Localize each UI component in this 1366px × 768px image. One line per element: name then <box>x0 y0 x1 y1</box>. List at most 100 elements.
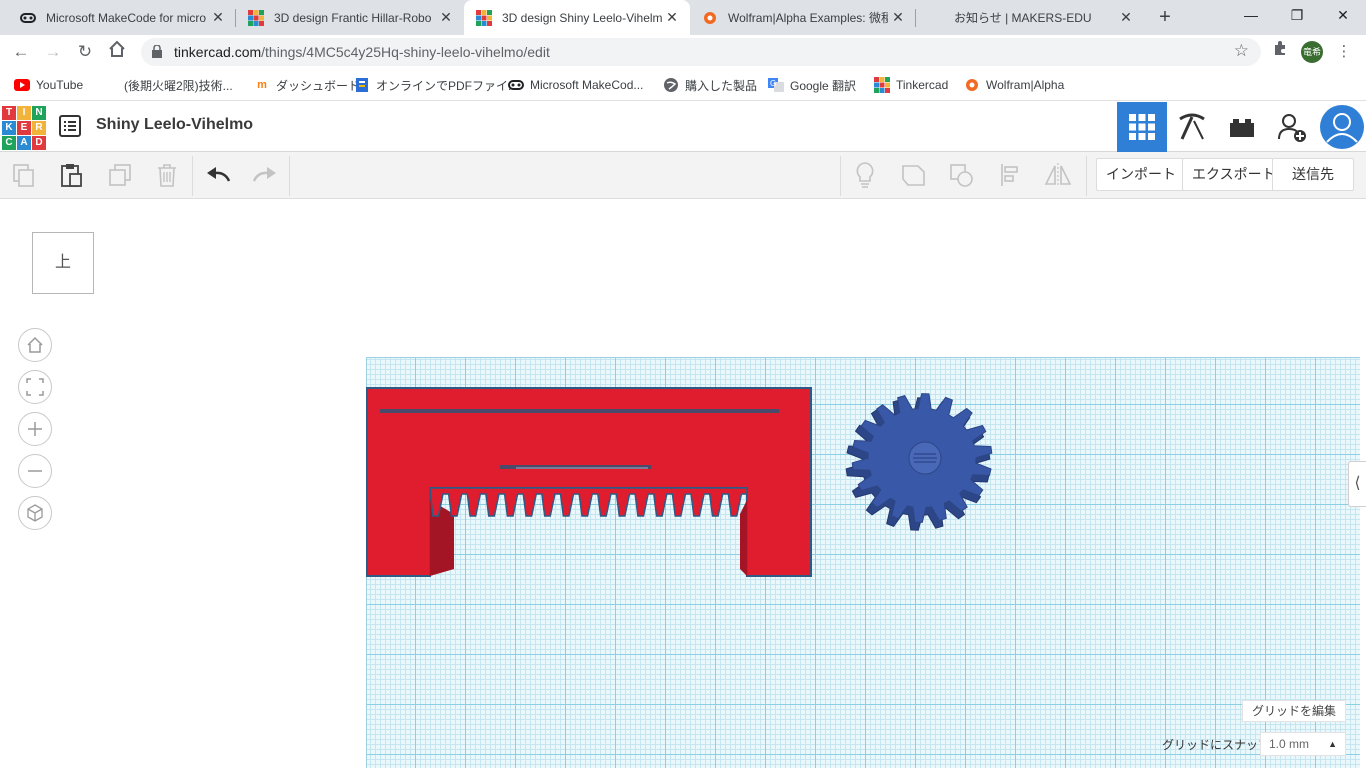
align-button[interactable] <box>996 160 1026 190</box>
grid-icon <box>1129 114 1155 140</box>
snap-grid-select[interactable]: 1.0 mm ▲ <box>1260 732 1346 756</box>
close-icon[interactable]: ✕ <box>436 9 456 26</box>
bookmark-makecode[interactable]: Microsoft MakeCod... <box>508 76 643 94</box>
profile-avatar[interactable]: 竜希 <box>1301 41 1323 63</box>
send-to-button[interactable]: 送信先 <box>1272 158 1354 191</box>
edit-grid-button[interactable]: グリッドを編集 <box>1242 700 1346 722</box>
bookmark-wolfram[interactable]: Wolfram|Alpha <box>964 76 1064 94</box>
tab-title: 3D design Shiny Leelo-Vihelmo <box>502 10 662 25</box>
browser-tab-shiny-active[interactable]: 3D design Shiny Leelo-Vihelmo ✕ <box>464 0 690 35</box>
bookmark-tinkercad[interactable]: Tinkercad <box>874 76 948 94</box>
tinkercad-icon <box>248 9 264 26</box>
gear-rack-shape[interactable] <box>366 387 812 577</box>
chrome-menu-icon[interactable]: ⋮ <box>1332 40 1356 64</box>
bookmark-youtube[interactable]: YouTube <box>14 76 83 94</box>
duplicate-button[interactable] <box>105 160 135 190</box>
delete-button[interactable] <box>152 160 182 190</box>
address-bar[interactable]: tinkercad.com/things/4MC5c4y25Hq-shiny-l… <box>141 38 1261 66</box>
close-icon[interactable]: ✕ <box>662 9 682 26</box>
minimize-button[interactable]: — <box>1228 0 1274 32</box>
bookmark-translate[interactable]: G Google 翻訳 <box>768 76 856 94</box>
bookmark-dashboard[interactable]: m ダッシュボード <box>254 76 360 94</box>
bookmark-star-icon[interactable]: ☆ <box>1234 41 1249 61</box>
globe-icon <box>663 77 679 93</box>
extensions-icon[interactable] <box>1268 40 1292 64</box>
browser-tab-wolfram[interactable]: Wolfram|Alpha Examples: 微積 ✕ <box>690 0 916 35</box>
invite-user-button[interactable] <box>1267 102 1317 152</box>
back-button[interactable]: ← <box>9 40 33 64</box>
close-icon[interactable]: ✕ <box>1116 9 1136 26</box>
notes-button[interactable] <box>850 160 880 190</box>
home-icon <box>109 40 125 57</box>
ungroup-icon <box>950 164 973 187</box>
home-button[interactable] <box>105 40 129 64</box>
trash-icon <box>158 164 176 187</box>
import-button[interactable]: インポート <box>1096 158 1186 191</box>
user-avatar-button[interactable] <box>1317 102 1366 152</box>
blank-icon <box>928 10 944 26</box>
mirror-icon <box>1044 163 1072 187</box>
new-tab-button[interactable]: + <box>1152 5 1178 31</box>
window-close-button[interactable]: ✕ <box>1320 0 1366 32</box>
copy-icon <box>13 164 34 187</box>
design-title[interactable]: Shiny Leelo-Vihelmo <box>96 116 253 134</box>
bricks-view-button[interactable] <box>1217 102 1267 152</box>
group-icon <box>902 165 925 186</box>
scene-objects <box>366 387 993 577</box>
mirror-button[interactable] <box>1043 160 1073 190</box>
collapse-panel-tab[interactable]: ⟨ <box>1348 461 1366 507</box>
paste-button[interactable] <box>56 160 86 190</box>
pickaxe-icon <box>1179 113 1205 140</box>
browser-tab-frantic[interactable]: 3D design Frantic Hillar-Robo ✕ <box>236 0 464 35</box>
export-button[interactable]: エクスポート <box>1182 158 1286 191</box>
browser-tab-makecode[interactable]: Microsoft MakeCode for micro ✕ <box>8 0 236 35</box>
forward-button[interactable]: → <box>41 40 65 64</box>
lightbulb-icon <box>856 162 874 188</box>
moodle-icon: m <box>257 79 267 91</box>
bookmark-purchased[interactable]: 購入した製品 <box>663 76 757 94</box>
browser-toolbar: ← → ↻ tinkercad.com/things/4MC5c4y25Hq-s… <box>0 35 1366 69</box>
redo-button[interactable] <box>250 160 280 190</box>
3d-view-button[interactable] <box>1117 102 1167 152</box>
blocks-view-button[interactable] <box>1167 102 1217 152</box>
spur-gear-shape[interactable] <box>845 393 993 531</box>
user-avatar-icon <box>1320 105 1364 149</box>
youtube-icon <box>14 77 30 93</box>
lock-icon <box>152 45 162 58</box>
svg-text:G: G <box>770 79 776 88</box>
tinkercad-logo[interactable]: T I N K E R C A D <box>2 106 46 150</box>
pdf-icon <box>354 77 370 93</box>
duplicate-icon <box>109 164 131 186</box>
browser-tab-makers[interactable]: お知らせ | MAKERS-EDU ✕ <box>916 0 1144 35</box>
edit-toolbar: インポート エクスポート 送信先 <box>0 152 1366 199</box>
design-list-icon[interactable] <box>59 115 81 137</box>
restore-button[interactable]: ❐ <box>1274 0 1320 32</box>
close-icon[interactable]: ✕ <box>888 9 908 26</box>
tinkercad-icon <box>476 9 492 26</box>
tab-title: Microsoft MakeCode for micro <box>46 10 207 25</box>
bookmark-lecture[interactable]: (後期火曜2限)技術... <box>102 76 233 94</box>
undo-icon <box>207 167 231 182</box>
tinkercad-header: T I N K E R C A D Shiny Leelo-Vihelmo <box>0 102 1366 152</box>
3d-viewport[interactable]: 上 ⟨ グリッドを編集 グリッドにスナップ 1.0 mm ▲ <box>0 200 1366 768</box>
blank-icon <box>102 77 118 93</box>
reload-button[interactable]: ↻ <box>73 40 97 64</box>
group-button[interactable] <box>899 160 929 190</box>
tinkercad-icon <box>874 77 890 93</box>
tab-title: 3D design Frantic Hillar-Robo <box>274 10 432 25</box>
close-icon[interactable]: ✕ <box>208 9 228 26</box>
align-icon <box>1001 164 1018 186</box>
ungroup-button[interactable] <box>947 160 977 190</box>
bookmarks-bar: YouTube (後期火曜2限)技術... m ダッシュボード オンラインでPD… <box>0 69 1366 101</box>
makecode-icon <box>508 77 524 93</box>
wolfram-icon <box>964 77 980 93</box>
caret-up-icon: ▲ <box>1328 739 1337 749</box>
browser-tab-strip: Microsoft MakeCode for micro ✕ 3D design… <box>0 0 1366 35</box>
brick-icon <box>1230 119 1254 137</box>
copy-button[interactable] <box>9 160 39 190</box>
undo-button[interactable] <box>203 160 233 190</box>
tab-title: Wolfram|Alpha Examples: 微積 <box>728 11 888 25</box>
bookmark-pdf[interactable]: オンラインでPDFファイ... <box>354 76 518 94</box>
tab-title: お知らせ | MAKERS-EDU <box>954 11 1092 25</box>
add-user-icon <box>1278 114 1306 142</box>
